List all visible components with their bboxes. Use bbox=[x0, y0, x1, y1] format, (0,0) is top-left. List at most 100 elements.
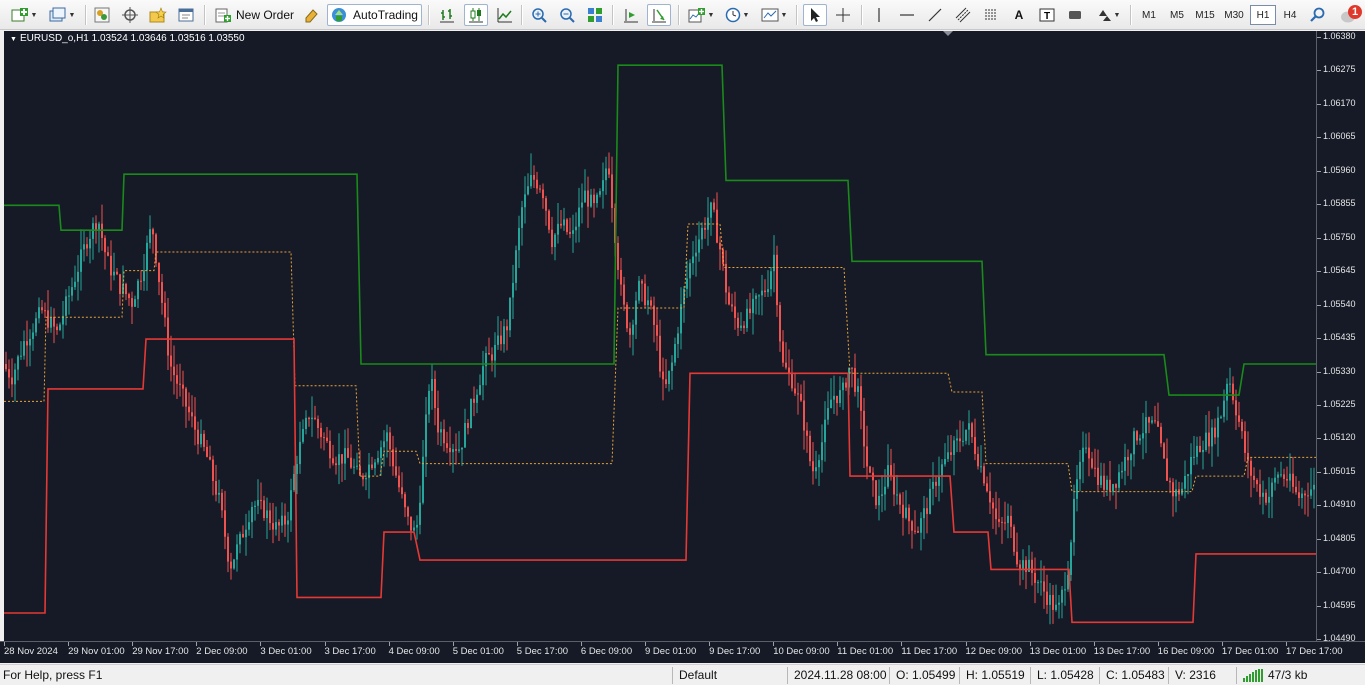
trendline-button[interactable] bbox=[924, 4, 946, 26]
candle-body bbox=[1034, 572, 1036, 583]
candle-body bbox=[1283, 474, 1285, 479]
bar-chart-button[interactable] bbox=[436, 4, 458, 26]
candle-body bbox=[314, 417, 316, 419]
timeframe-m30[interactable]: M30 bbox=[1221, 5, 1247, 25]
new-chart-button[interactable]: ▼ bbox=[8, 4, 40, 26]
horizontal-line-button[interactable] bbox=[896, 4, 918, 26]
candle-body bbox=[119, 274, 121, 295]
timeframe-h1[interactable]: H1 bbox=[1250, 5, 1276, 25]
fibonacci-button[interactable] bbox=[980, 4, 1002, 26]
notifications-button[interactable]: 1 bbox=[1340, 4, 1362, 26]
timeframe-m1[interactable]: M1 bbox=[1136, 5, 1162, 25]
vertical-line-icon bbox=[878, 8, 880, 22]
candle-body bbox=[1007, 515, 1009, 524]
candle-body bbox=[311, 417, 313, 420]
candle-body bbox=[734, 306, 736, 318]
zoom-in-button[interactable] bbox=[528, 4, 550, 26]
candle-body bbox=[107, 252, 109, 256]
candle-body bbox=[911, 521, 913, 531]
candle-body bbox=[503, 326, 505, 345]
candle-body bbox=[86, 244, 88, 249]
candle-body bbox=[1133, 431, 1135, 455]
arrows-button[interactable]: ▼ bbox=[1092, 4, 1124, 26]
candle-body bbox=[914, 530, 916, 532]
time-label: 11 Dec 01:00 bbox=[837, 646, 894, 657]
candle-body bbox=[1103, 475, 1105, 490]
candle-body bbox=[1232, 383, 1234, 401]
candle-body bbox=[59, 324, 61, 331]
time-axis[interactable]: 28 Nov 2024 29 Nov 01:00 29 Nov 17:00 2 Dec… bbox=[0, 641, 1365, 663]
rectangle-button[interactable] bbox=[1064, 4, 1086, 26]
candle-body bbox=[608, 168, 610, 175]
candle-body bbox=[11, 377, 13, 385]
status-volume: V: 2316 bbox=[1175, 668, 1216, 682]
candle-body bbox=[692, 256, 694, 264]
candle-body bbox=[1001, 521, 1003, 523]
new-order-button[interactable]: New Order bbox=[210, 4, 298, 26]
candle-body bbox=[1223, 400, 1225, 417]
candle-body bbox=[1088, 447, 1090, 459]
candle-body bbox=[1175, 489, 1177, 497]
indicators-button[interactable]: ▼ bbox=[685, 4, 717, 26]
candle-body bbox=[929, 488, 931, 514]
candle-body bbox=[1115, 484, 1117, 488]
candlestick-chart-button[interactable] bbox=[464, 4, 488, 26]
periods-button[interactable]: ▼ bbox=[721, 4, 753, 26]
market-watch-button[interactable] bbox=[91, 4, 113, 26]
candle-body bbox=[713, 202, 715, 210]
candle-body bbox=[143, 270, 145, 282]
candle-body bbox=[611, 174, 613, 208]
timeframe-m15[interactable]: M15 bbox=[1192, 5, 1218, 25]
candle-body bbox=[704, 227, 706, 230]
cursor-button[interactable] bbox=[803, 4, 827, 26]
candle-body bbox=[1169, 480, 1171, 483]
candle-body bbox=[398, 475, 400, 488]
navigator-button[interactable] bbox=[119, 4, 141, 26]
candle-body bbox=[905, 507, 907, 518]
candle-body bbox=[599, 191, 601, 195]
time-label: 11 Dec 17:00 bbox=[901, 646, 958, 657]
candle-body bbox=[632, 324, 634, 335]
timeframe-m5[interactable]: M5 bbox=[1164, 5, 1190, 25]
text-label-button[interactable]: T bbox=[1036, 4, 1058, 26]
tile-windows-button[interactable] bbox=[584, 4, 606, 26]
candle-body bbox=[989, 491, 991, 503]
trendline-icon bbox=[928, 8, 942, 22]
equidistant-channel-button[interactable] bbox=[952, 4, 974, 26]
price-tick bbox=[1317, 471, 1321, 473]
line-chart-button[interactable] bbox=[494, 4, 516, 26]
candle-body bbox=[1154, 420, 1156, 422]
candle-body bbox=[1172, 482, 1174, 497]
candle-body bbox=[443, 429, 445, 444]
timeframe-h4[interactable]: H4 bbox=[1277, 5, 1303, 25]
auto-scroll-button[interactable] bbox=[647, 4, 671, 26]
candlestick-icon bbox=[469, 8, 483, 23]
candle-body bbox=[950, 452, 952, 455]
autotrading-button[interactable]: AutoTrading bbox=[327, 4, 422, 26]
price-axis[interactable]: 1.06380 1.06275 1.06170 1.06065 1.05960 1.058… bbox=[1316, 31, 1365, 643]
templates-button[interactable]: ▼ bbox=[758, 4, 790, 26]
candle-body bbox=[671, 362, 673, 371]
candle-body bbox=[623, 284, 625, 305]
chart-menu-arrow-icon[interactable]: ▼ bbox=[10, 36, 17, 43]
favorites-button[interactable] bbox=[147, 4, 169, 26]
profiles-button[interactable]: ▼ bbox=[46, 4, 78, 26]
metaeditor-button[interactable] bbox=[300, 4, 322, 26]
search-button[interactable] bbox=[1307, 4, 1329, 26]
candle-body bbox=[752, 298, 754, 314]
candle-body bbox=[128, 294, 130, 299]
candle-body bbox=[395, 466, 397, 476]
candle-body bbox=[725, 263, 727, 293]
candle-body bbox=[797, 393, 799, 395]
terminal-button[interactable] bbox=[175, 4, 197, 26]
candle-body bbox=[881, 494, 883, 496]
zoom-in-icon bbox=[532, 8, 547, 23]
vertical-line-button[interactable] bbox=[868, 4, 890, 26]
search-icon bbox=[1310, 7, 1325, 22]
crosshair-button[interactable] bbox=[832, 4, 854, 26]
price-chart[interactable]: ▼ EURUSD_o,H1 1.03524 1.03646 1.03516 1.0… bbox=[4, 31, 1316, 641]
text-tool-button[interactable]: A bbox=[1008, 4, 1030, 26]
zoom-out-button[interactable] bbox=[556, 4, 578, 26]
chart-shift-button[interactable] bbox=[620, 4, 642, 26]
candle-body bbox=[833, 395, 835, 400]
